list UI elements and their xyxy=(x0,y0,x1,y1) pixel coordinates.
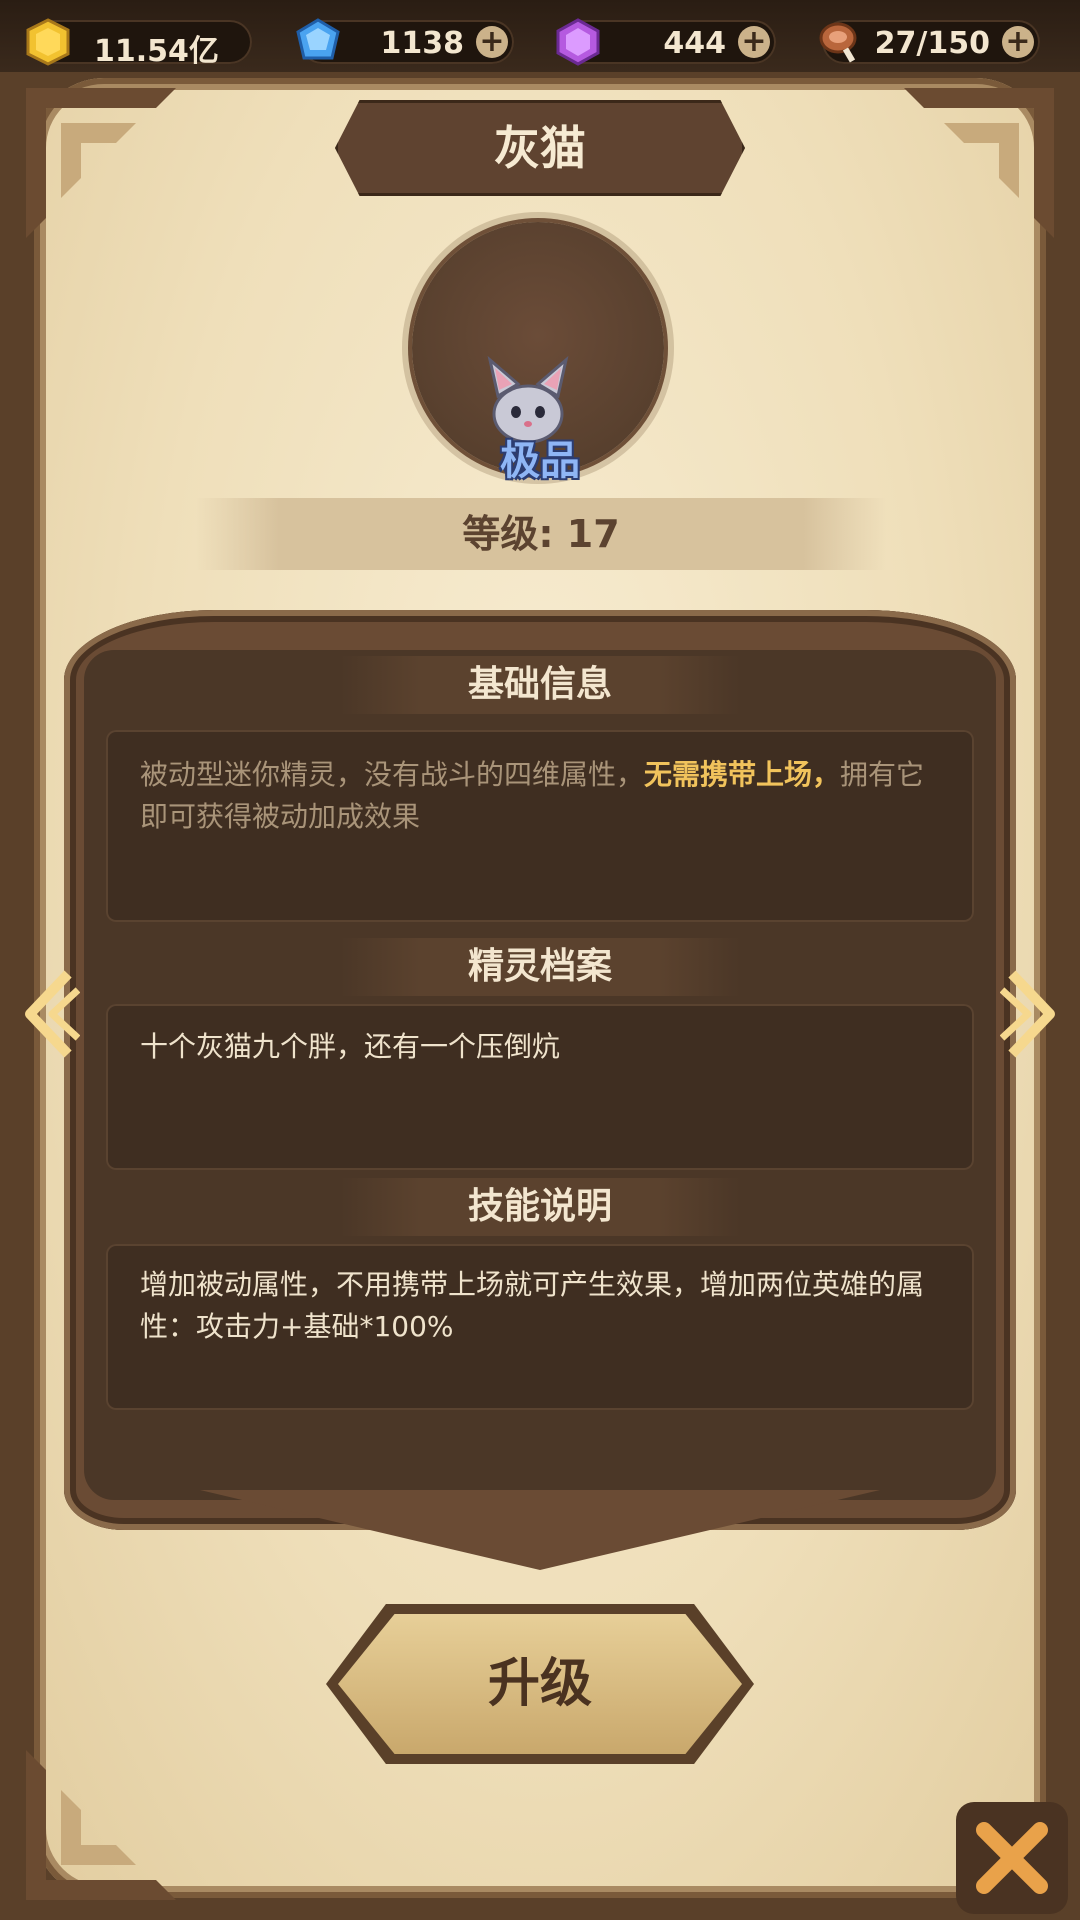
blue-diamond-icon xyxy=(296,18,340,60)
skill-text: 增加被动属性，不用携带上场就可产生效果，增加两位英雄的属性：攻击力+基础*100… xyxy=(140,1268,925,1343)
add-stamina-button[interactable]: + xyxy=(1002,26,1034,58)
add-diamond-button[interactable]: + xyxy=(476,26,508,58)
pet-grade: 极品 xyxy=(500,438,580,484)
diamond-counter: 1138 + xyxy=(296,18,514,64)
next-pet-arrow-icon[interactable] xyxy=(1000,968,1062,1060)
close-button[interactable] xyxy=(956,1802,1068,1914)
profile-text: 十个灰猫九个胖，还有一个压倒炕 xyxy=(140,1030,561,1063)
pet-name: 灰猫 xyxy=(494,121,586,175)
add-gem-button[interactable]: + xyxy=(738,26,770,58)
close-icon xyxy=(976,1822,1048,1894)
meat-icon xyxy=(819,22,857,63)
profile-header: 精灵档案 xyxy=(340,938,740,996)
gold-counter: 11.54亿 xyxy=(26,18,252,69)
gold-value: 11.54亿 xyxy=(94,34,219,69)
gem-value: 444 xyxy=(663,26,726,61)
corner-ornament-top-right xyxy=(904,88,1054,238)
basic-info-header: 基础信息 xyxy=(340,656,740,714)
diamond-value: 1138 xyxy=(380,26,465,61)
resource-bar: 11.54亿 1138 + 444 + 27/150 + xyxy=(0,0,1080,80)
stamina-counter: 27/150 + xyxy=(819,20,1040,64)
basic-info-text-highlight: 无需携带上场， xyxy=(644,758,841,791)
stamina-value: 27/150 xyxy=(874,26,990,61)
upgrade-button[interactable]: 升级 xyxy=(338,1614,742,1754)
basic-info-text-part1: 被动型迷你精灵，没有战斗的四维属性， xyxy=(140,758,645,791)
gold-coin-icon xyxy=(26,18,70,66)
purple-gem-icon xyxy=(556,18,600,66)
pet-level: 等级: 17 xyxy=(462,512,620,556)
gem-counter: 444 + xyxy=(556,18,776,66)
skill-header: 技能说明 xyxy=(340,1178,740,1236)
previous-pet-arrow-icon[interactable] xyxy=(18,968,80,1060)
basic-info-text: 被动型迷你精灵，没有战斗的四维属性，无需携带上场，拥有它即可获得被动加成效果 xyxy=(140,754,940,838)
corner-ornament-top-left xyxy=(26,88,176,238)
corner-ornament-bottom-left xyxy=(26,1750,176,1900)
